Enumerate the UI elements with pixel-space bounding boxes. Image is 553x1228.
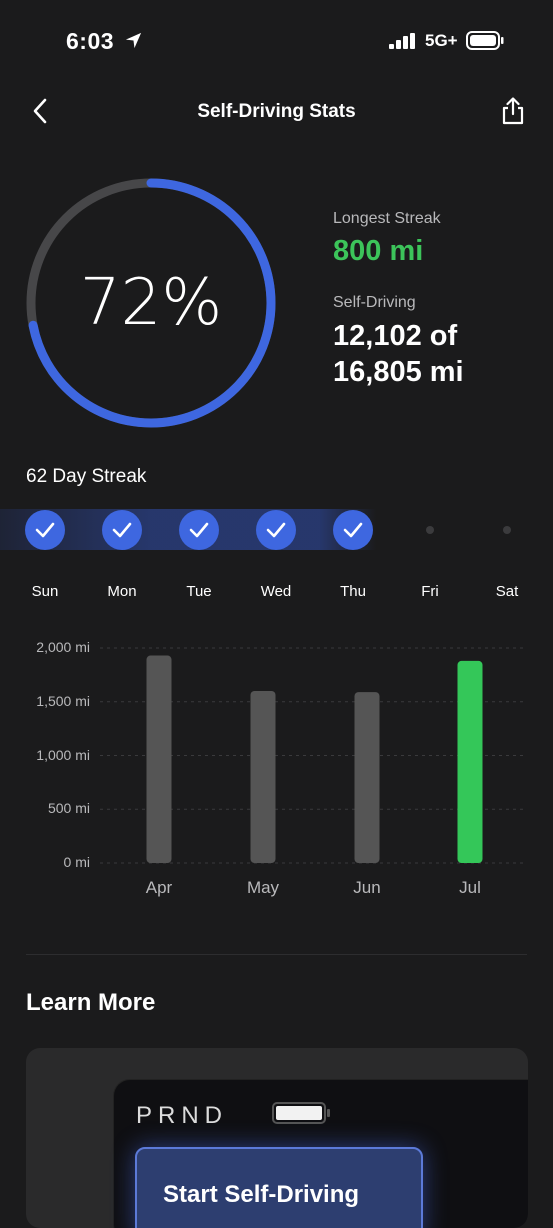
day-label-fri: Fri <box>421 583 439 600</box>
checkmark-icon <box>266 522 286 538</box>
day-label-thu: Thu <box>340 583 366 600</box>
gear-indicator: PRND <box>136 1102 229 1129</box>
bar-jun[interactable] <box>354 692 380 863</box>
self-driving-value: 12,102 of 16,805 mi <box>333 318 543 390</box>
status-bar: 6:03 5G+ <box>0 0 553 84</box>
day-label-sun: Sun <box>31 583 59 600</box>
day-dot-fri <box>426 526 434 534</box>
day-label-wed: Wed <box>260 583 292 600</box>
y-tick-label: 0 mi <box>63 854 90 870</box>
longest-streak-label: Longest Streak <box>333 210 441 227</box>
bar-jul[interactable] <box>457 660 483 863</box>
day-dot-sat <box>503 526 511 534</box>
monthly-miles-chart: 2,000 mi 1,500 mi 1,000 mi 500 mi 0 mi Apr May… <box>0 630 553 910</box>
x-tick-label-jul: Jul <box>459 878 481 897</box>
longest-streak-value: 800 mi <box>333 235 424 267</box>
learn-more-title: Learn More <box>26 989 156 1016</box>
status-time: 6:03 <box>66 28 115 54</box>
checkmark-icon <box>112 522 132 538</box>
cellular-signal-icon <box>389 33 415 49</box>
bar-apr[interactable] <box>146 655 172 863</box>
bar-may[interactable] <box>250 691 276 863</box>
x-tick-label-jun: Jun <box>353 878 381 897</box>
self-driving-label: Self-Driving <box>333 294 416 311</box>
start-self-driving-button[interactable]: Start Self-Driving <box>135 1147 423 1228</box>
network-type: 5G+ <box>425 31 458 50</box>
x-tick-label-may: May <box>246 878 280 897</box>
checkmark-icon <box>35 522 55 538</box>
percent-label: 72% <box>79 266 223 340</box>
self-driving-value-line1: 12,102 of <box>333 320 458 352</box>
x-tick-label-apr: Apr <box>145 878 173 897</box>
nav-bar: Self-Driving Stats <box>0 86 553 138</box>
day-label-sat: Sat <box>495 583 519 600</box>
y-tick-label: 1,500 mi <box>36 692 90 709</box>
checkmark-icon <box>343 522 363 538</box>
day-check-sun <box>25 510 65 550</box>
share-icon[interactable] <box>498 96 528 126</box>
y-tick-label: 500 mi <box>47 800 90 817</box>
checkmark-icon <box>189 522 209 538</box>
day-check-thu <box>333 510 373 550</box>
battery-icon <box>466 31 504 50</box>
day-label-tue: Tue <box>186 583 212 600</box>
self-driving-progress-ring: 72% <box>22 174 280 432</box>
day-check-mon <box>102 510 142 550</box>
battery-icon <box>272 1102 330 1124</box>
streak-title: 62 Day Streak <box>26 466 147 487</box>
page-title: Self-Driving Stats <box>197 101 356 122</box>
location-arrow-icon <box>125 32 142 49</box>
learn-more-card[interactable]: PRND Start Self-Driving <box>26 1048 528 1228</box>
self-driving-value-line2: 16,805 mi <box>333 356 464 388</box>
y-tick-label: 1,000 mi <box>36 746 90 763</box>
y-tick-label: 2,000 mi <box>36 639 90 655</box>
section-divider <box>26 954 527 955</box>
day-label-mon: Mon <box>107 583 137 600</box>
screen-preview: PRND Start Self-Driving <box>114 1080 528 1228</box>
start-self-driving-label: Start Self-Driving <box>163 1181 360 1208</box>
day-check-wed <box>256 510 296 550</box>
day-check-tue <box>179 510 219 550</box>
